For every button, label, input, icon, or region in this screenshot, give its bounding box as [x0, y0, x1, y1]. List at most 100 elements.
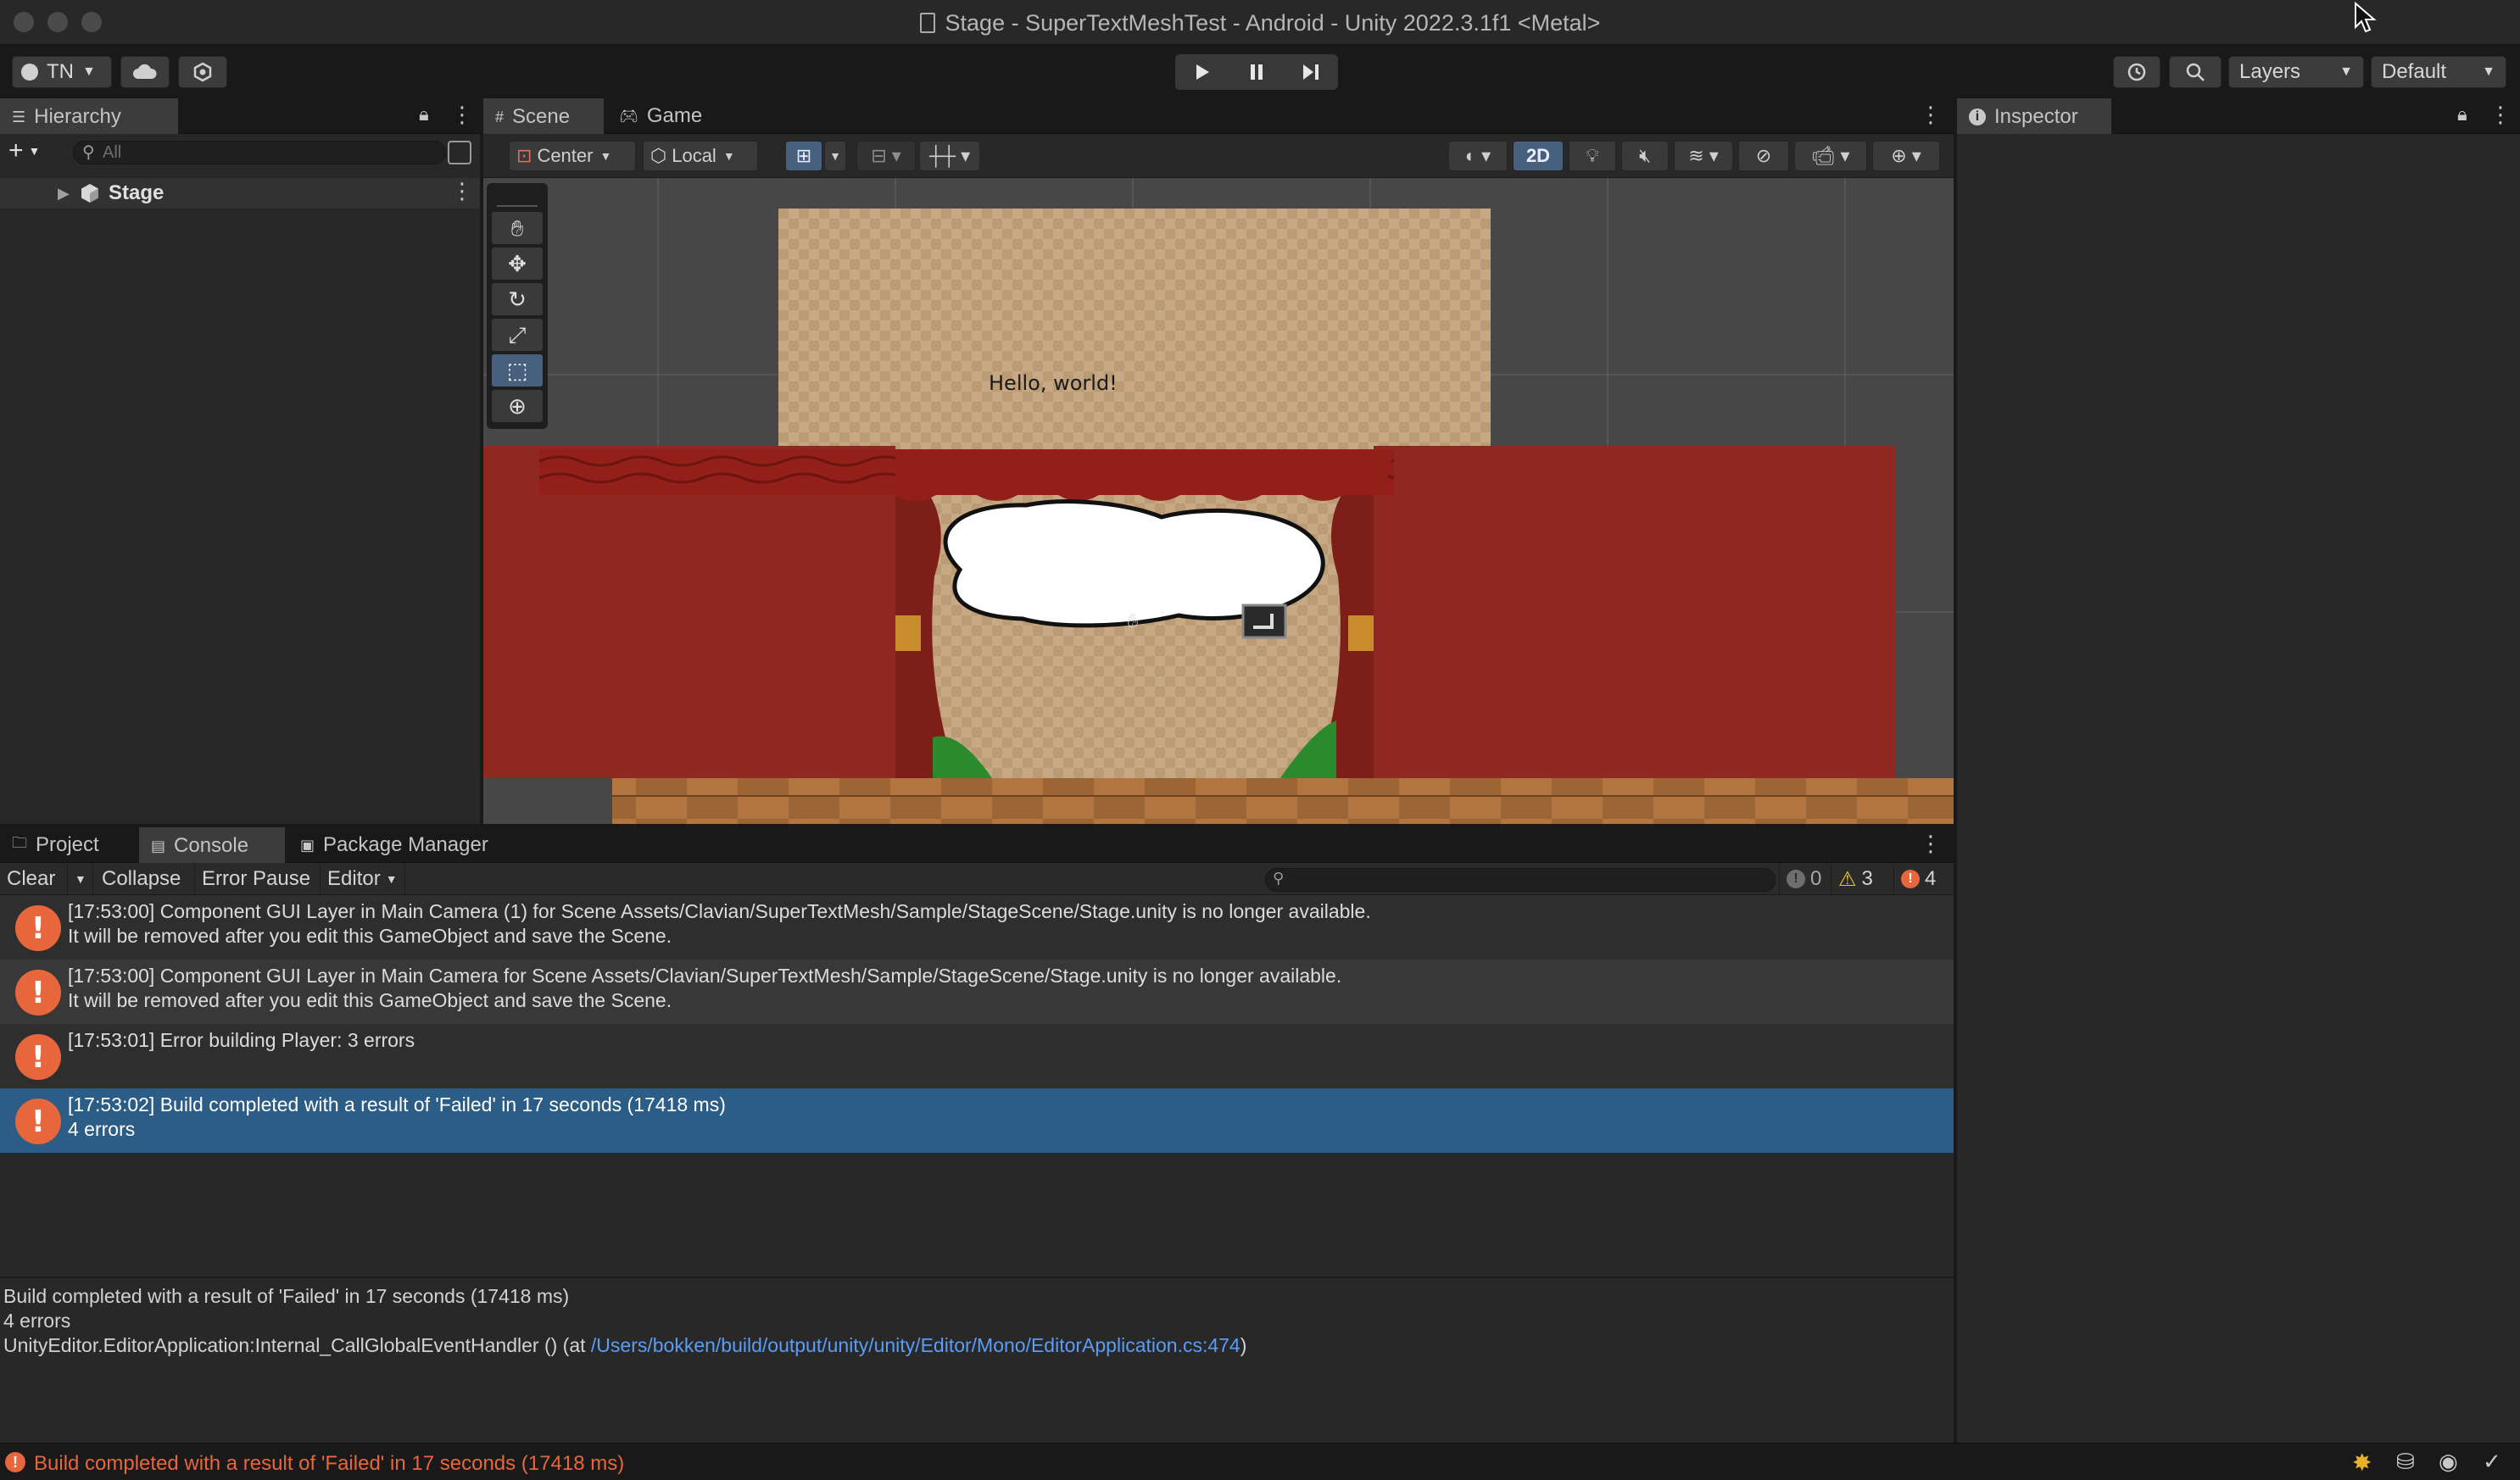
audio-toggle[interactable]: 🔇︎ — [1621, 141, 1669, 171]
chevron-down-icon: ▼ — [385, 872, 398, 886]
global-illumination-icon[interactable]: ◉ — [2439, 1449, 2458, 1475]
history-button[interactable] — [2113, 56, 2160, 88]
editor-dropdown[interactable]: Editor ▼ — [321, 863, 405, 895]
log-entry[interactable]: ! [17:53:01] Error building Player: 3 er… — [0, 1024, 1954, 1088]
status-message[interactable]: Build completed with a result of 'Failed… — [34, 1452, 624, 1476]
pause-button[interactable] — [1229, 54, 1284, 90]
hand-tool-button[interactable]: ✋︎ — [492, 212, 543, 244]
services-icon — [193, 62, 212, 82]
more-options-icon[interactable]: ⋮ — [2489, 102, 2512, 128]
tab-package-manager[interactable]: ▣ Package Manager — [288, 827, 517, 863]
chevron-down-icon: ▼ — [599, 149, 612, 163]
hand-icon: ✋︎ — [510, 215, 524, 241]
progress-check-icon[interactable]: ✓ — [2483, 1449, 2501, 1475]
hierarchy-item-stage[interactable]: ▶ Stage ⋮ — [0, 178, 480, 209]
hierarchy-search-input[interactable]: ⚲ All — [73, 141, 446, 164]
foldout-arrow-icon[interactable]: ▶ — [58, 185, 70, 203]
rotate-tool-button[interactable]: ↻ — [492, 283, 543, 315]
search-icon: ⚲ — [1273, 870, 1285, 887]
stage-backdrop — [778, 209, 1491, 463]
step-button[interactable] — [1284, 54, 1338, 90]
light-bulb-icon: 💡︎ — [1586, 145, 1599, 166]
tab-project[interactable]: 🗀 Project — [0, 827, 136, 863]
history-icon — [2127, 63, 2146, 81]
search-icon: ⚲ — [82, 143, 95, 162]
more-options-icon[interactable]: ⋮ — [451, 178, 473, 204]
scene-visibility-toggle[interactable]: ⊘ — [1738, 141, 1789, 171]
account-dropdown[interactable]: TN ▼ — [12, 56, 112, 88]
increment-snap-button[interactable]: ⊟ ▾ — [856, 141, 916, 171]
scene-visibility-button[interactable] — [448, 141, 471, 164]
effects-dropdown[interactable]: ≋ ▾ — [1674, 141, 1733, 171]
cache-server-icon[interactable]: ⛁ — [2396, 1449, 2415, 1475]
move-tool-button[interactable]: ✥ — [492, 248, 543, 280]
lock-icon[interactable]: 🔒︎ — [2457, 103, 2467, 125]
layout-dropdown[interactable]: Default ▼ — [2371, 56, 2506, 88]
tab-scene[interactable]: # Scene — [483, 98, 604, 134]
tab-hierarchy[interactable]: ☰ Hierarchy — [0, 98, 178, 134]
tab-inspector[interactable]: i Inspector — [1957, 98, 2111, 134]
error-filter-toggle[interactable]: ! 4 — [1894, 863, 1954, 895]
play-controls — [1175, 54, 1338, 90]
create-dropdown-button[interactable]: + ▼ — [8, 138, 54, 164]
pivot-space-dropdown[interactable]: ⬡ Local ▼ — [643, 141, 758, 171]
info-filter-toggle[interactable]: ! 0 — [1779, 863, 1831, 895]
scene-panel: # Scene 🎮︎ Game ⋮ ⊡ Center ▼ ⬡ Local ▼ ⊞ ▼ ⊟ ▾… — [483, 98, 1954, 824]
rotate-icon: ↻ — [508, 287, 527, 312]
detail-line-1: Build completed with a result of 'Failed… — [3, 1285, 570, 1307]
transform-tool-button[interactable]: ⊕ — [492, 390, 543, 422]
camera-dropdown[interactable]: 📹︎ ▾ — [1794, 141, 1867, 171]
cloud-button[interactable] — [120, 56, 170, 88]
rect-handle-icon[interactable] — [1241, 604, 1287, 639]
gizmos-dropdown[interactable]: ⊕ ▾ — [1872, 141, 1940, 171]
log-entry[interactable]: ! [17:53:00] Component GUI Layer in Main… — [0, 960, 1954, 1024]
pivot-mode-dropdown[interactable]: ⊡ Center ▼ — [509, 141, 636, 171]
console-search-input[interactable]: ⚲ — [1265, 868, 1776, 892]
error-pause-toggle[interactable]: Error Pause — [195, 863, 321, 895]
error-icon: ! — [15, 1034, 61, 1080]
document-icon — [919, 13, 935, 33]
move-icon: ✥ — [508, 251, 527, 276]
shading-mode-dropdown[interactable]: ◐ ▾ — [1448, 141, 1508, 171]
hierarchy-panel: ☰ Hierarchy 🔒︎ ⋮ + ▼ ⚲ All ▶ Stage ⋮ — [0, 98, 480, 824]
gamepad-icon: 🎮︎ — [619, 107, 638, 125]
clear-options-dropdown[interactable]: ▼ — [68, 863, 93, 895]
bug-icon[interactable]: ✸ — [2352, 1449, 2372, 1477]
camera-icon: 📹︎ ▾ — [1811, 145, 1850, 166]
log-entry-selected[interactable]: ! [17:53:02] Build completed with a resu… — [0, 1088, 1954, 1153]
scene-tabbar: # Scene 🎮︎ Game ⋮ — [483, 98, 1954, 134]
hierarchy-tabbar: ☰ Hierarchy 🔒︎ ⋮ — [0, 98, 480, 134]
clear-button[interactable]: Clear — [0, 863, 68, 895]
stacktrace-link[interactable]: /Users/bokken/build/output/unity/unity/E… — [591, 1334, 1240, 1356]
more-options-icon[interactable]: ⋮ — [451, 102, 473, 128]
rect-tool-button[interactable]: ⬚ — [492, 354, 543, 387]
palette-drag-handle[interactable] — [497, 190, 538, 207]
warning-filter-toggle[interactable]: ⚠ 3 — [1831, 863, 1894, 895]
scene-toolbar: ⊡ Center ▼ ⬡ Local ▼ ⊞ ▼ ⊟ ▾ ┼┼ ▾ ◐ ▾ 2D 💡︎ … — [483, 134, 1954, 178]
more-options-icon[interactable]: ⋮ — [1920, 831, 1942, 857]
collapse-toggle[interactable]: Collapse — [95, 863, 195, 895]
layers-dropdown[interactable]: Layers ▼ — [2228, 56, 2364, 88]
package-icon: ▣ — [300, 836, 315, 854]
ruler-button[interactable]: ┼┼ ▾ — [919, 141, 980, 171]
console-toolbar: Clear ▼ Collapse Error Pause Editor ▼ ⚲ !… — [0, 863, 1954, 895]
scene-viewport[interactable]: ✋︎ Hello, world! ✋︎ ✥ ↻ ⤢ ⬚ ⊕ — [483, 178, 1954, 824]
lock-icon[interactable]: 🔒︎ — [419, 103, 429, 125]
scene-name: Stage — [109, 181, 164, 204]
grid-snap-toggle[interactable]: ⊞ — [785, 141, 822, 171]
play-button[interactable] — [1175, 54, 1229, 90]
scale-tool-button[interactable]: ⤢ — [492, 319, 543, 351]
log-entry[interactable]: ! [17:53:00] Component GUI Layer in Main… — [0, 895, 1954, 960]
tab-console[interactable]: ▤ Console — [139, 827, 285, 863]
grid-snap-dropdown[interactable]: ▼ — [824, 141, 846, 171]
layers-effects-icon: ≋ ▾ — [1688, 145, 1719, 166]
services-button[interactable] — [178, 56, 227, 88]
inspector-panel: i Inspector 🔒︎ ⋮ — [1957, 98, 2520, 1443]
more-options-icon[interactable]: ⋮ — [1920, 102, 1942, 128]
warning-icon: ⚠ — [1838, 867, 1857, 891]
tool-palette: ✋︎ ✥ ↻ ⤢ ⬚ ⊕ — [487, 183, 548, 429]
lighting-toggle[interactable]: 💡︎ — [1569, 141, 1616, 171]
2d-mode-toggle[interactable]: 2D — [1513, 141, 1564, 171]
search-button[interactable] — [2169, 56, 2222, 88]
tab-game[interactable]: 🎮︎ Game — [607, 98, 717, 134]
